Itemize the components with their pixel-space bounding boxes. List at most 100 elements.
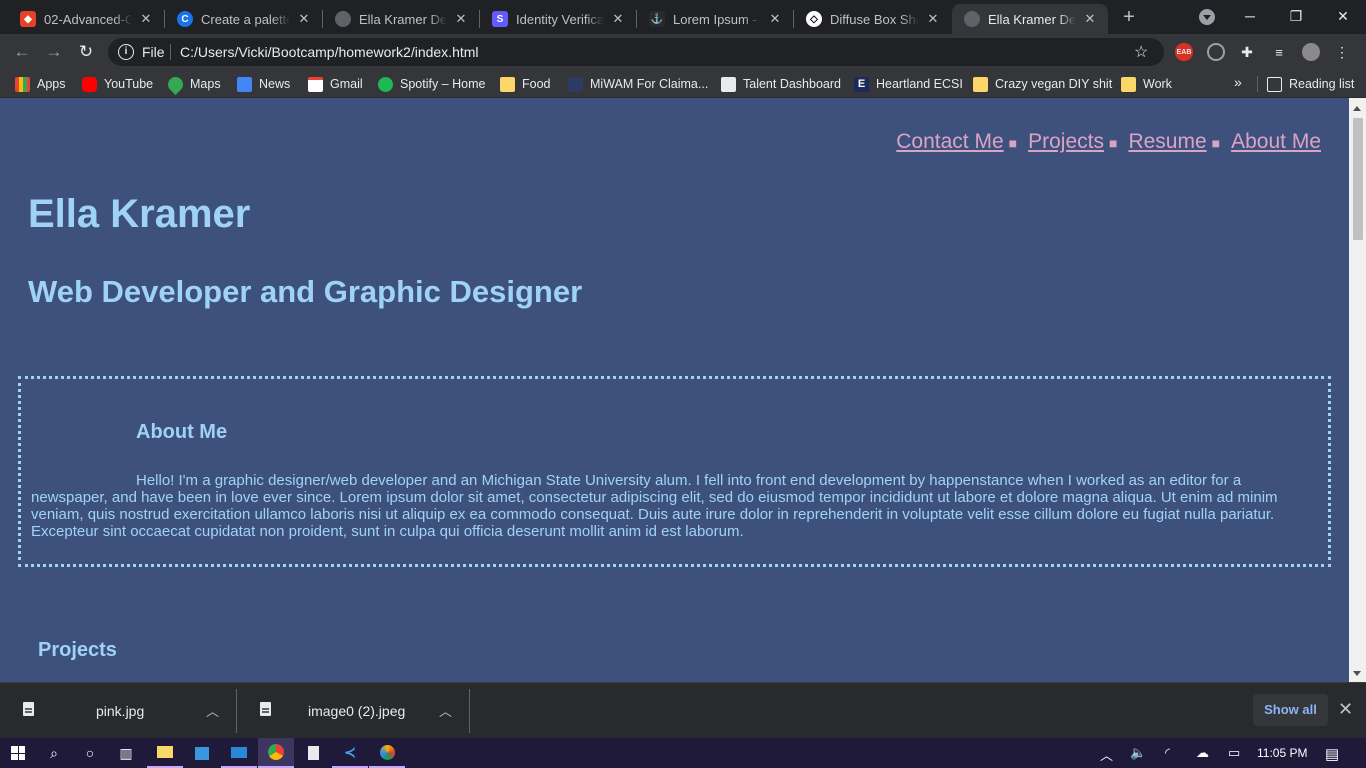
eab-extension-icon[interactable]: EAB — [1175, 43, 1193, 61]
bookmark-news[interactable]: News — [237, 75, 290, 93]
stripe-icon: S — [492, 11, 508, 27]
google-news-icon — [237, 76, 252, 92]
nav-projects[interactable]: Projects — [1028, 130, 1104, 154]
bookmark-label: Gmail — [330, 77, 363, 91]
about-me-text: Hello! I'm a graphic designer/web develo… — [31, 472, 1278, 540]
bookmark-gmail[interactable]: Gmail — [308, 75, 363, 93]
mail-icon[interactable] — [221, 738, 257, 768]
nav-resume[interactable]: Resume — [1128, 130, 1206, 154]
taskbar-clock[interactable]: 11:05 PM — [1257, 746, 1307, 760]
site-name-heading: Ella Kramer — [28, 192, 251, 236]
address-url[interactable]: C:/Users/Vicki/Bootcamp/homework2/index.… — [180, 44, 479, 60]
profile-avatar-icon[interactable] — [1302, 43, 1320, 61]
codepen-icon: ◇ — [806, 11, 822, 27]
reload-button[interactable]: ↻ — [74, 40, 98, 64]
minimize-button[interactable]: ─ — [1235, 4, 1265, 28]
address-bar[interactable]: i File C:/Users/Vicki/Bootcamp/homework2… — [108, 38, 1164, 66]
page-scrollbar[interactable] — [1349, 98, 1366, 682]
tab-coolors[interactable]: C Create a palette - Coolors ✕ — [165, 4, 322, 34]
tab-diffuse-box-shadows[interactable]: ◇ Diffuse Box Shadows ✕ — [794, 4, 951, 34]
close-tab-icon[interactable]: ✕ — [610, 11, 626, 27]
gear-extension-icon[interactable] — [1207, 43, 1225, 61]
globe-icon — [335, 11, 351, 27]
scroll-down-arrow-icon[interactable] — [1353, 671, 1361, 676]
info-icon[interactable]: i — [118, 44, 134, 60]
close-window-button[interactable]: ✕ — [1328, 4, 1358, 28]
scrollbar-thumb[interactable] — [1353, 118, 1363, 240]
task-view-icon[interactable]: ▥ — [108, 738, 144, 768]
close-tab-icon[interactable]: ✕ — [1082, 11, 1098, 27]
close-download-shelf-icon[interactable]: ✕ — [1338, 699, 1353, 720]
bookmark-label: Crazy vegan DIY shit — [995, 77, 1113, 91]
close-tab-icon[interactable]: ✕ — [925, 11, 941, 27]
bookmark-maps[interactable]: Maps — [164, 73, 221, 95]
address-scheme: File — [142, 44, 165, 60]
tab-lorem-ipsum[interactable]: ⚓ Lorem Ipsum - All the facts ✕ — [637, 4, 793, 34]
vscode-icon[interactable]: ≺ — [332, 738, 368, 768]
tab-search-icon[interactable] — [1199, 9, 1215, 25]
file-explorer-icon[interactable] — [147, 738, 183, 768]
bookmark-heartland[interactable]: E Heartland ECSI — [854, 75, 963, 93]
bookmark-youtube[interactable]: YouTube — [82, 75, 153, 93]
site-nav: Contact Me ■ Projects ■ Resume ■ About M… — [896, 130, 1321, 154]
chevron-up-icon[interactable]: ︿ — [206, 701, 219, 720]
windows-start-icon[interactable] — [0, 738, 36, 768]
tab-strip: ◆ 02-Advanced-CSS ✕ C Create a palette -… — [0, 0, 1366, 34]
network-icon[interactable]: ◜ — [1165, 745, 1170, 761]
paint-icon[interactable] — [369, 738, 405, 768]
scroll-up-arrow-icon[interactable] — [1353, 106, 1361, 111]
close-tab-icon[interactable]: ✕ — [767, 11, 783, 27]
bookmarks-overflow-icon[interactable]: » — [1234, 74, 1242, 90]
menu-kebab-icon[interactable]: ⋮ — [1333, 43, 1351, 61]
bookmark-folder-crazy-vegan[interactable]: Crazy vegan DIY shit — [973, 75, 1112, 93]
store-icon[interactable] — [184, 738, 220, 768]
reading-list-button[interactable]: Reading list — [1267, 75, 1354, 93]
site-role-heading: Web Developer and Graphic Designer — [28, 274, 583, 309]
bookmark-miwam[interactable]: MiWAM For Claima... — [568, 75, 708, 93]
notepad-icon[interactable] — [295, 738, 331, 768]
cortana-icon[interactable]: ○ — [72, 738, 108, 768]
bookmark-talent-dashboard[interactable]: Talent Dashboard — [721, 75, 841, 93]
battery-icon[interactable]: ▭ — [1228, 745, 1240, 761]
bookmark-folder-food[interactable]: Food — [500, 75, 551, 93]
chevron-up-icon[interactable]: ︿ — [439, 701, 452, 720]
tab-ella-kramer-1[interactable]: Ella Kramer Developer ✕ — [323, 4, 479, 34]
about-me-section: About Me Hello! I'm a graphic designer/w… — [18, 376, 1331, 567]
nav-about-me[interactable]: About Me — [1231, 130, 1321, 154]
media-control-icon[interactable]: ≡ — [1270, 43, 1288, 61]
show-hidden-icons-chevron-icon[interactable]: ︿ — [1100, 745, 1113, 764]
bookmark-label: Talent Dashboard — [743, 77, 841, 91]
tab-ella-kramer-active[interactable]: Ella Kramer Developer ✕ — [952, 4, 1108, 34]
tab-title: Create a palette - Coolors — [201, 11, 290, 27]
bookmark-label: Apps — [37, 77, 66, 91]
download-item[interactable]: pink.jpg ︿ — [0, 683, 236, 739]
tab-identity-verification[interactable]: S Identity Verification ✕ — [480, 4, 636, 34]
close-tab-icon[interactable]: ✕ — [453, 11, 469, 27]
bookmark-label: YouTube — [104, 77, 154, 91]
bookmark-star-icon[interactable]: ☆ — [1134, 42, 1148, 62]
back-button[interactable]: ← — [10, 40, 34, 64]
restore-button[interactable]: ❐ — [1281, 4, 1311, 28]
download-item[interactable]: image0 (2).jpeg ︿ — [237, 683, 469, 739]
bookmarks-bar: Apps YouTube Maps News Gmail Spotify – H… — [0, 70, 1366, 98]
volume-icon[interactable]: 🔈 — [1130, 745, 1146, 761]
nav-contact-me[interactable]: Contact Me — [896, 130, 1003, 154]
bookmark-apps[interactable]: Apps — [15, 75, 66, 93]
tab-title: Ella Kramer Developer — [359, 11, 447, 27]
show-all-downloads-button[interactable]: Show all — [1253, 694, 1328, 726]
tab-gitlab[interactable]: ◆ 02-Advanced-CSS ✕ — [8, 4, 164, 34]
chrome-icon[interactable] — [258, 738, 294, 768]
forward-button[interactable]: → — [42, 40, 66, 64]
puzzle-icon[interactable]: ✚ — [1238, 43, 1256, 61]
bookmark-folder-work[interactable]: Work — [1121, 75, 1172, 93]
page-icon — [721, 76, 736, 92]
bookmark-label: Maps — [190, 77, 221, 91]
browser-toolbar: ← → ↻ i File C:/Users/Vicki/Bootcamp/hom… — [0, 34, 1366, 70]
onedrive-icon[interactable]: ☁ — [1196, 745, 1209, 761]
notifications-icon[interactable]: ▤ — [1325, 745, 1339, 763]
new-tab-button[interactable]: + — [1119, 6, 1139, 28]
close-tab-icon[interactable]: ✕ — [296, 11, 312, 27]
close-tab-icon[interactable]: ✕ — [138, 11, 154, 27]
search-icon[interactable]: ⌕ — [36, 738, 72, 768]
bookmark-spotify[interactable]: Spotify – Home — [378, 75, 485, 93]
